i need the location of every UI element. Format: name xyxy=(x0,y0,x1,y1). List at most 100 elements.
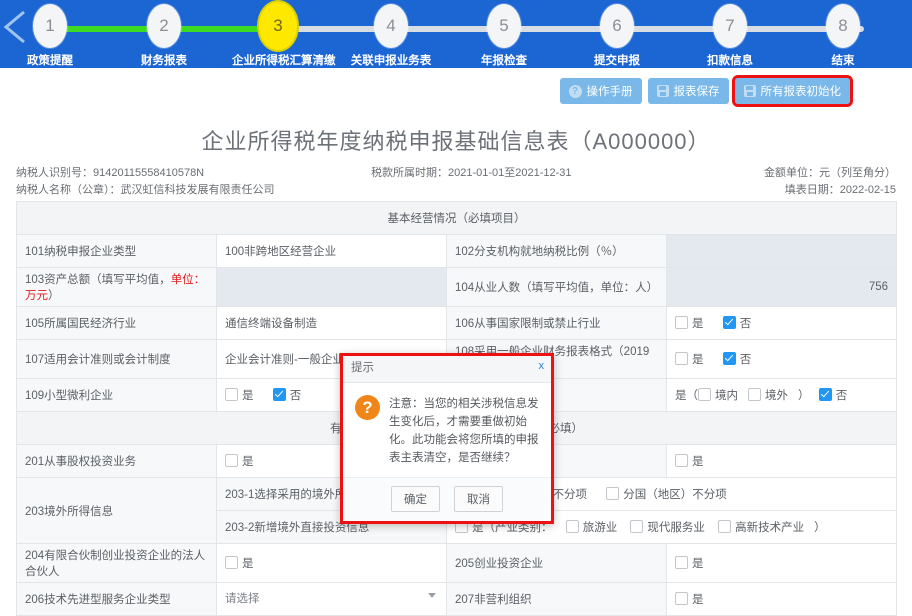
row-110-paren-close: ） xyxy=(798,390,810,402)
meta-right: 金额单位：元（列至角分） 填表日期：2022-02-15 xyxy=(764,165,896,199)
checkbox-icon[interactable] xyxy=(675,352,688,365)
row-207-options: 是 xyxy=(666,582,897,616)
row-104-label: 104从业人数（填写平均值，单位：人） xyxy=(446,267,667,307)
option-label: 否 xyxy=(289,390,302,402)
row-102-label: 102分支机构就地纳税比例（％） xyxy=(446,234,667,268)
tax-period-label: 税款所属时期： xyxy=(371,167,448,179)
option-label: 否 xyxy=(835,390,848,402)
step-4[interactable]: 4 关联申报业务表 xyxy=(345,4,437,68)
option-label: 是 xyxy=(242,390,254,402)
checkbox-checked-icon[interactable] xyxy=(818,388,832,401)
cancel-button[interactable]: 取消 xyxy=(454,486,503,512)
checkbox-icon[interactable] xyxy=(630,520,644,533)
row-102-input[interactable] xyxy=(666,234,897,268)
row-110-overseas-option[interactable]: 境外 xyxy=(748,387,788,403)
row-110-no-option[interactable]: 否 xyxy=(818,387,848,403)
row-203-2-tourism-option[interactable]: 旅游业 xyxy=(565,519,618,535)
row-205-yes-option[interactable]: 是 xyxy=(675,555,704,571)
meta-center: 税款所属时期：2021-01-01至2021-12-31 xyxy=(371,165,572,182)
chevron-down-icon xyxy=(428,593,436,598)
row-106-yes-option[interactable]: 是 xyxy=(675,315,704,331)
checkbox-icon[interactable] xyxy=(675,316,688,329)
step-circle: 1 xyxy=(33,4,67,48)
step-label: 年报检查 xyxy=(481,55,527,67)
row-109-no-option[interactable]: 否 xyxy=(272,387,302,403)
taxpayer-name-value: 武汉虹信科技发展有限责任公司 xyxy=(120,184,275,196)
step-label: 企业所得税汇算清缴 xyxy=(232,55,336,67)
operation-manual-button[interactable]: ? 操作手册 xyxy=(559,78,642,104)
checkbox-icon[interactable] xyxy=(698,388,711,401)
dialog-body: ? 注意：当您的相关涉税信息发生变化后，才需要重做初始化。此功能会将您所填的申报… xyxy=(343,383,551,477)
row-109-yes-option[interactable]: 是 xyxy=(225,387,254,403)
step-5[interactable]: 5 年报检查 xyxy=(458,4,550,68)
row-109-label: 109小型微利企业 xyxy=(16,378,217,412)
save-disk-icon xyxy=(656,85,669,97)
checkbox-icon[interactable] xyxy=(606,487,620,500)
checkbox-icon[interactable] xyxy=(748,388,761,401)
row-206-select-value: 请选择 xyxy=(225,593,260,605)
step-label: 扣款信息 xyxy=(707,55,753,67)
table-row: 103资产总额（填写平均值，单位：万元） 104从业人数（填写平均值，单位：人）… xyxy=(16,267,897,307)
step-8[interactable]: 8 结束 xyxy=(797,4,889,68)
row-108-no-option[interactable]: 否 xyxy=(722,351,752,367)
row-101-value[interactable]: 100非跨地区经营企业 xyxy=(216,234,447,268)
checkbox-icon[interactable] xyxy=(225,388,238,401)
row-106-label: 106从事国家限制或禁止行业 xyxy=(446,306,667,340)
row-206-select[interactable]: 请选择 xyxy=(225,590,438,608)
option-label: 境外 xyxy=(765,390,788,402)
row-207-yes-option[interactable]: 是 xyxy=(675,591,704,607)
row-206-select-cell[interactable]: 请选择 xyxy=(216,582,447,616)
checkbox-icon[interactable] xyxy=(675,454,688,467)
save-report-button[interactable]: 报表保存 xyxy=(647,78,729,104)
checkbox-checked-icon[interactable] xyxy=(722,352,736,365)
tax-period-line: 税款所属时期：2021-01-01至2021-12-31 xyxy=(371,165,572,182)
taxpayer-id-label: 纳税人识别号： xyxy=(16,167,93,179)
step-label: 财务报表 xyxy=(141,55,187,67)
option-label: 高新技术产业 xyxy=(735,522,805,534)
step-label: 结束 xyxy=(831,55,855,67)
checkbox-icon[interactable] xyxy=(225,454,238,467)
option-label: 否 xyxy=(739,318,752,330)
taxpayer-name-label: 纳税人名称（公章）： xyxy=(16,184,121,196)
initialize-all-reports-button[interactable]: 所有报表初始化 xyxy=(731,75,853,107)
step-circle: 5 xyxy=(487,4,521,48)
row-103-input[interactable] xyxy=(216,267,447,307)
row-202-yes-option[interactable]: 是 xyxy=(675,453,704,469)
step-1[interactable]: 1 政策提醒 xyxy=(4,4,96,68)
step-7[interactable]: 7 扣款信息 xyxy=(684,4,776,68)
row-204-label: 204有限合伙制创业投资企业的法人合伙人 xyxy=(16,543,217,583)
option-label: 旅游业 xyxy=(582,522,618,534)
option-label: 境内 xyxy=(715,390,738,402)
row-203-2-hitech-option[interactable]: 高新技术产业 xyxy=(718,519,804,535)
step-2[interactable]: 2 财务报表 xyxy=(118,4,210,68)
checkbox-icon[interactable] xyxy=(565,520,579,533)
close-icon[interactable]: x xyxy=(539,359,545,373)
row-108-yes-option[interactable]: 是 xyxy=(675,351,704,367)
row-107-label: 107适用会计准则或会计制度 xyxy=(16,339,217,379)
section-basic-title: 基本经营情况（必填项目） xyxy=(16,201,897,235)
option-label: 是 xyxy=(692,456,704,468)
row-203-1-bycountry-option[interactable]: 分国（地区）不分项 xyxy=(606,486,727,502)
dialog-footer: 确定 取消 xyxy=(343,477,551,521)
checkbox-icon[interactable] xyxy=(225,556,238,569)
option-label: 否 xyxy=(739,354,752,366)
row-203-2-modern-service-option[interactable]: 现代服务业 xyxy=(630,519,705,535)
row-110-domestic-option[interactable]: 境内 xyxy=(698,387,738,403)
step-6[interactable]: 6 提交申报 xyxy=(571,4,663,68)
row-104-input[interactable]: 756 xyxy=(666,267,897,307)
checkbox-icon[interactable] xyxy=(675,592,688,605)
step-list: 1 政策提醒 2 财务报表 3 企业所得税汇算清缴 4 关联申报业务表 5 年报… xyxy=(0,0,912,68)
checkbox-icon[interactable] xyxy=(675,556,688,569)
step-circle: 2 xyxy=(147,4,181,48)
option-label: 是 xyxy=(242,456,254,468)
checkbox-checked-icon[interactable] xyxy=(722,316,736,329)
row-201-yes-option[interactable]: 是 xyxy=(225,453,254,469)
checkbox-icon[interactable] xyxy=(718,520,732,533)
row-204-yes-option[interactable]: 是 xyxy=(225,555,254,571)
step-3[interactable]: 3 企业所得税汇算清缴 xyxy=(232,4,336,68)
confirm-button[interactable]: 确定 xyxy=(391,486,440,512)
row-106-no-option[interactable]: 否 xyxy=(722,315,752,331)
checkbox-checked-icon[interactable] xyxy=(272,388,286,401)
row-105-value[interactable]: 通信终端设备制造 xyxy=(216,306,447,340)
taxpayer-name-line: 纳税人名称（公章）：武汉虹信科技发展有限责任公司 xyxy=(16,182,275,199)
